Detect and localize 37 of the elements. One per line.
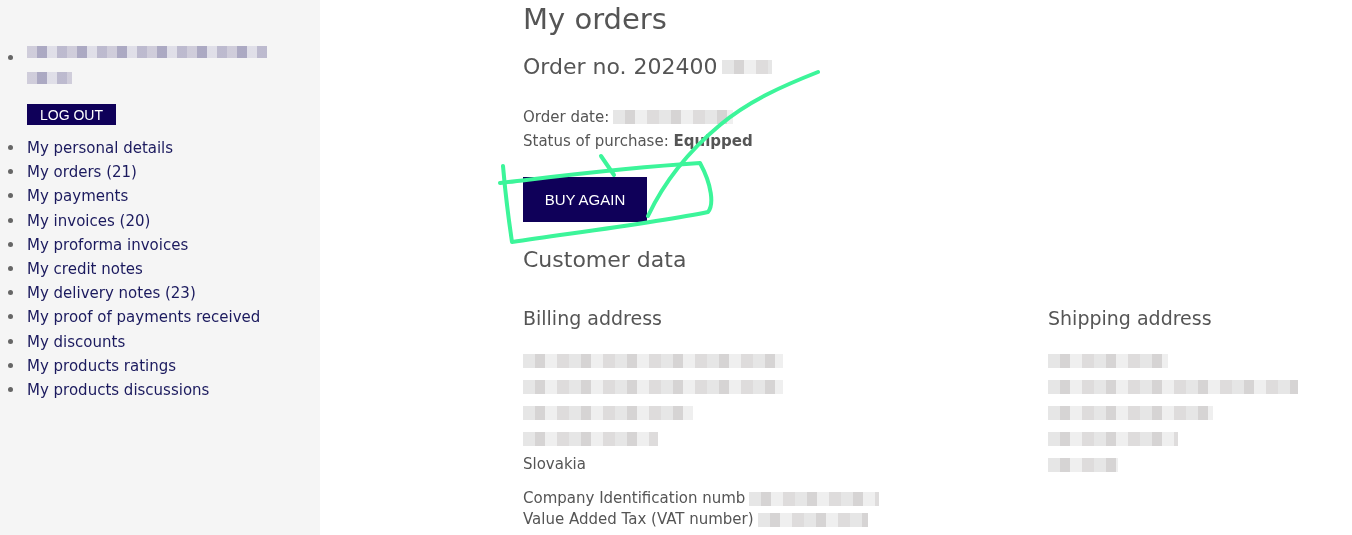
account-menu-link[interactable]: My proforma invoices [27, 232, 189, 257]
account-menu-link[interactable]: My delivery notes (23) [27, 281, 196, 306]
redacted-text [27, 72, 72, 84]
bullet-icon [8, 362, 13, 368]
buy-again-button[interactable]: BUY AGAIN [523, 177, 647, 222]
logout-button[interactable]: LOG OUT [27, 104, 116, 125]
account-menu-link[interactable]: My credit notes [27, 257, 143, 282]
order-number: Order no. 202400 [523, 54, 718, 79]
account-menu-link[interactable]: My products ratings [27, 353, 177, 379]
bullet-icon [8, 338, 13, 344]
order-date-label: Order date: [523, 107, 610, 128]
bullet-icon [8, 145, 13, 150]
bullet-icon [8, 193, 13, 199]
address-line: Slovakia [523, 458, 587, 470]
section-heading: Customer data [523, 247, 688, 272]
redacted-text [1048, 458, 1118, 472]
account-menu-link[interactable]: My products discussions [27, 378, 210, 403]
account-menu-link[interactable]: My invoices (20) [27, 208, 151, 233]
company-field-label: Value Added Tax (VAT number) [523, 509, 754, 530]
bullet-icon [8, 55, 13, 60]
page-title: My orders [523, 2, 668, 36]
bullet-icon [8, 387, 13, 393]
account-menu-link[interactable]: My discounts [27, 329, 126, 354]
company-field-label: Company Identification numb [523, 488, 746, 509]
bullet-icon [8, 217, 13, 223]
bullet-icon [8, 169, 13, 175]
bullet-icon [8, 290, 13, 296]
bullet-icon [8, 266, 13, 271]
bullet-icon [8, 241, 13, 247]
account-menu-link[interactable]: My proof of payments received [27, 305, 261, 330]
shipping-heading: Shipping address [1048, 307, 1213, 329]
redacted-text [721, 59, 772, 74]
account-menu-link[interactable]: My orders (21) [27, 160, 137, 185]
account-menu-link[interactable]: My personal details [27, 136, 174, 161]
billing-heading: Billing address [523, 307, 663, 329]
account-menu-link[interactable]: My payments [27, 184, 129, 209]
bullet-icon [8, 314, 13, 320]
